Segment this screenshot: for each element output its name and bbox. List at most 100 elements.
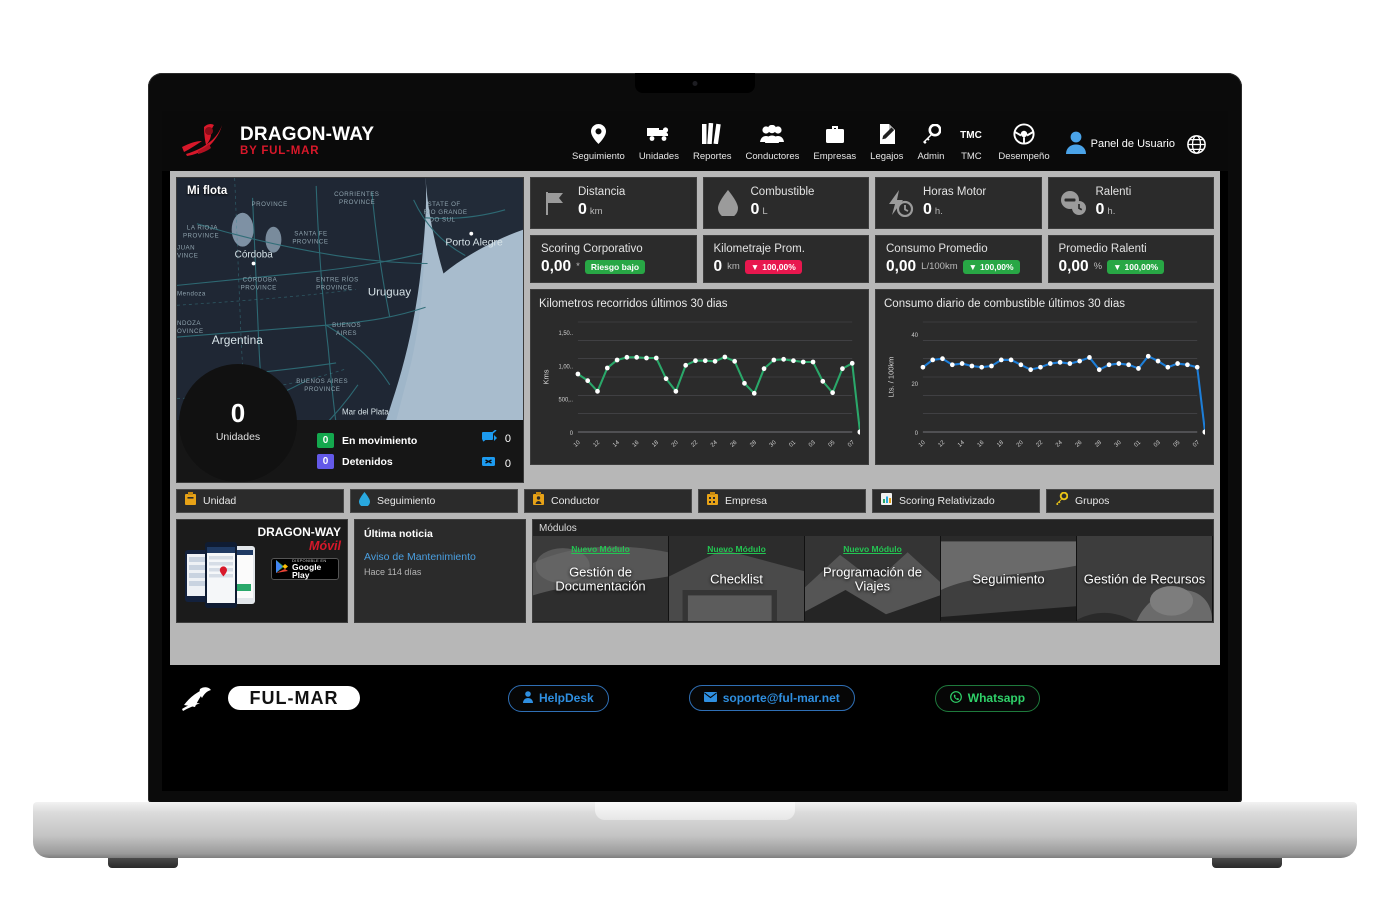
charts-row: Kilometros recorridos últimos 30 dias 05…: [530, 289, 1214, 465]
status-badge: Riesgo bajo: [584, 259, 646, 274]
kpi-title: Combustible: [750, 186, 815, 199]
module-tile-seguimiento[interactable]: Seguimiento: [941, 536, 1077, 621]
module-new-badge[interactable]: Nuevo Módulo: [843, 544, 902, 554]
module-tile-checklist[interactable]: Nuevo Módulo Checklist: [669, 536, 805, 621]
news-link[interactable]: Aviso de Mantenimiento: [364, 551, 516, 563]
module-tile-programacion-viajes[interactable]: Nuevo Módulo Programación de Viajes: [805, 536, 941, 621]
legend-item-moving[interactable]: 0 En movimiento: [317, 433, 417, 448]
kpi-card-combustible[interactable]: Combustible 0 L: [702, 177, 869, 229]
counter-no-vehicle[interactable]: 0: [481, 455, 511, 473]
nav-item-tmc[interactable]: TMC TMC: [951, 121, 991, 162]
tab-scoring-relativizado[interactable]: Scoring Relativizado: [872, 489, 1040, 513]
kpi-value: 0,00: [886, 257, 917, 275]
user-panel-button[interactable]: Panel de Usuario: [1057, 130, 1183, 159]
svg-text:20: 20: [912, 382, 919, 388]
kpi-card-kilometraje-prom[interactable]: Kilometraje Prom. 0 km ▼ 100,00%: [702, 235, 869, 283]
svg-text:10: 10: [573, 439, 582, 448]
brand-logo[interactable]: DRAGON-WAY BY FUL-MAR: [180, 121, 374, 161]
svg-text:CORRIENTES: CORRIENTES: [334, 191, 379, 198]
application-window: DRAGON-WAY BY FUL-MAR Seguimiento Unidad…: [162, 111, 1228, 791]
units-count: 0: [230, 398, 246, 428]
tab-label: Seguimiento: [377, 495, 436, 507]
nav-label: Admin: [917, 150, 945, 162]
nav-item-unidades[interactable]: Unidades: [632, 121, 686, 162]
modules-carousel[interactable]: Nuevo Módulo Gestión de Documentación Nu…: [533, 536, 1213, 621]
kpi-card-consumo-promedio[interactable]: Consumo Promedio 0,00 L/100km ▼ 100,00%: [875, 235, 1042, 283]
tab-empresa[interactable]: Empresa: [698, 489, 866, 513]
promo-title: DRAGON-WAY: [257, 525, 341, 539]
laptop-foot-right: [1212, 858, 1282, 868]
kpi-card-scoring-corporativo[interactable]: Scoring Corporativo 0,00 * Riesgo bajo: [530, 235, 697, 283]
nav-item-desempeno[interactable]: Desempeño: [991, 121, 1056, 162]
kpi-unit: L: [762, 206, 768, 218]
svg-text:Kms: Kms: [542, 369, 551, 384]
nav-item-empresas[interactable]: Empresas: [806, 121, 863, 162]
right-column: Distancia 0 km Combustible 0 L Horas Mot…: [530, 177, 1214, 483]
tab-conductor[interactable]: Conductor: [524, 489, 692, 513]
kpi-title: Consumo Promedio: [886, 242, 988, 255]
svg-text:VINCE: VINCE: [177, 253, 198, 260]
svg-text:05: 05: [1173, 439, 1182, 448]
kpi-value: 0: [1095, 201, 1105, 219]
bar-chart-icon: [881, 492, 892, 510]
idle-clock-icon: [1059, 189, 1087, 217]
google-play-button[interactable]: DISPONIBLE EN Google Play: [271, 558, 339, 580]
dashboard-grid: PROVINCE PROVINCE LA RIOJA PROVINCE JUAN V…: [170, 177, 1220, 483]
legend-item-stopped[interactable]: 0 Detenidos: [317, 454, 417, 469]
fleet-map-card[interactable]: PROVINCE PROVINCE LA RIOJA PROVINCE JUAN V…: [176, 177, 524, 483]
helpdesk-button[interactable]: HelpDesk: [508, 684, 609, 712]
kpi-card-promedio-ralenti[interactable]: Promedio Ralenti 0,00 % ▼ 100,00%: [1047, 235, 1214, 283]
laptop-foot-left: [108, 858, 178, 868]
legend-count: 0: [317, 433, 334, 448]
kpi-card-ralenti[interactable]: Ralenti 0 h.: [1047, 177, 1214, 229]
nav-item-conductores[interactable]: Conductores: [739, 121, 807, 162]
globe-icon[interactable]: [1183, 134, 1214, 159]
module-tile-documentacion[interactable]: Nuevo Módulo Gestión de Documentación: [533, 536, 669, 621]
tab-seguimiento[interactable]: Seguimiento: [350, 489, 518, 513]
module-new-badge[interactable]: Nuevo Módulo: [571, 544, 630, 554]
tab-label: Empresa: [725, 495, 768, 507]
nav-label: Seguimiento: [572, 150, 625, 162]
tab-unidad[interactable]: Unidad: [176, 489, 344, 513]
kpi-card-horas-motor[interactable]: Horas Motor 0 h.: [875, 177, 1042, 229]
svg-text:01: 01: [788, 440, 797, 449]
kilometros-line-chart[interactable]: 0 500,.. 1,00.. 1,50.. Kms 10 12 14 16 18 20 22 24 26…: [539, 312, 860, 458]
nav-item-reportes[interactable]: Reportes: [686, 121, 739, 162]
kpi-card-distancia[interactable]: Distancia 0 km: [530, 177, 697, 229]
svg-text:Porto Alegre: Porto Alegre: [445, 238, 503, 249]
module-new-badge[interactable]: Nuevo Módulo: [707, 544, 766, 554]
svg-text:01: 01: [1133, 440, 1142, 449]
svg-text:Argentina: Argentina: [212, 333, 263, 347]
mobile-app-promo-card[interactable]: DRAGON-WAY Móvil DISPONIBLE EN Google Pl…: [176, 519, 348, 623]
news-heading: Última noticia: [364, 528, 433, 540]
svg-text:PROVINCE: PROVINCE: [241, 284, 277, 291]
nav-label: Legajos: [870, 150, 904, 162]
module-tile-gestion-recursos[interactable]: Gestión de Recursos: [1077, 536, 1213, 621]
svg-text:RIO GRANDE: RIO GRANDE: [424, 209, 468, 216]
brand-subtitle: BY FUL-MAR: [240, 144, 320, 157]
tab-grupos[interactable]: Grupos: [1046, 489, 1214, 513]
laptop-base: [33, 802, 1357, 868]
svg-text:26: 26: [1075, 439, 1084, 448]
kpi-unit: L/100km: [921, 261, 958, 272]
map-stats-bar: 0 Unidades 0 En movimiento 0 Detenidos 0…: [177, 364, 523, 482]
button-label: soporte@ful-mar.net: [722, 691, 840, 705]
main-nav: Seguimiento Unidades Reportes Conductore…: [565, 121, 1214, 162]
modules-label: Módulos: [539, 523, 577, 534]
whatsapp-button[interactable]: Whatsapp: [934, 684, 1041, 712]
counter-no-signal[interactable]: 0: [481, 428, 511, 448]
support-email-button[interactable]: soporte@ful-mar.net: [688, 685, 855, 711]
kpi-title: Ralenti: [1095, 186, 1132, 199]
laptop-base-notch: [595, 802, 795, 820]
nav-item-legajos[interactable]: Legajos: [863, 121, 910, 162]
flag-icon: [541, 189, 569, 217]
kpi-value: 0: [750, 201, 760, 219]
badge-label: 100,00%: [1124, 261, 1159, 272]
nav-item-admin[interactable]: Admin: [910, 121, 951, 162]
webcam-icon: [692, 81, 698, 86]
svg-text:PROVINCE: PROVINCE: [252, 201, 288, 208]
nav-item-seguimiento[interactable]: Seguimiento: [565, 121, 632, 162]
person-icon: [523, 690, 533, 706]
latest-news-card: Última noticia Aviso de Mantenimiento Ha…: [354, 519, 526, 623]
consumo-line-chart[interactable]: 0 20 40 Lts. / 100km 10 12 14 16 18 20 22 24 26 28 30 0…: [884, 312, 1205, 458]
